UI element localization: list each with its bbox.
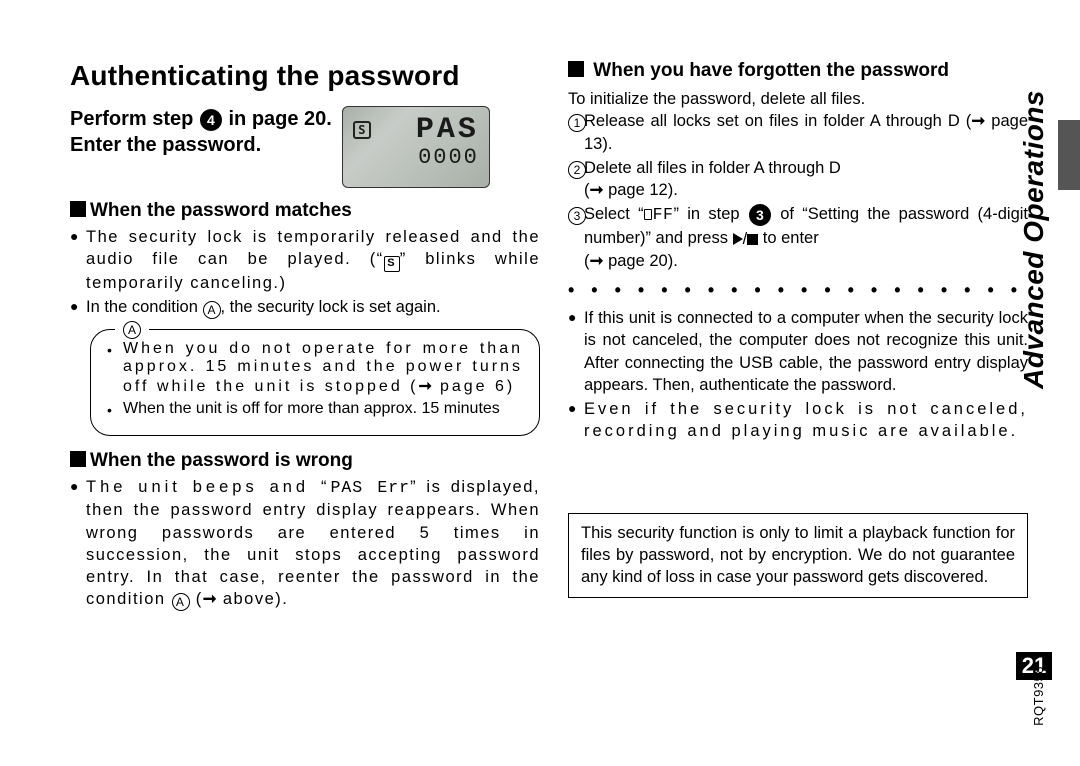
num-2: 2 (568, 157, 584, 202)
circle-a-icon: A (203, 301, 221, 319)
disclaimer-box: This security function is only to limit … (568, 513, 1028, 598)
forgot-intro: To initialize the password, delete all f… (568, 88, 1028, 110)
lcd-top: S PAS (353, 113, 479, 147)
section-tab (1058, 120, 1080, 190)
perform-text: Perform step 4 in page 20. Enter the pas… (70, 106, 332, 158)
perform-2: in page 20. (223, 108, 332, 130)
perform-1: Perform step (70, 108, 199, 130)
match-b1: The security lock is temporarily release… (86, 226, 540, 294)
left-column: Authenticating the password Perform step… (70, 60, 540, 613)
box-a-label: A (115, 319, 149, 339)
f3: Select “FF” in step 3 of “Setting the pa… (584, 203, 1028, 272)
match-body: ●The security lock is temporarily releas… (70, 226, 540, 319)
perform-3: Enter the password. (70, 134, 261, 156)
num-3: 3 (568, 203, 584, 272)
perform-row: Perform step 4 in page 20. Enter the pas… (70, 106, 540, 188)
arrow-icon: ➞ (590, 179, 604, 201)
bullet-icon: ● (70, 226, 86, 294)
arrow-icon: ➞ (971, 110, 985, 132)
step-3-icon: 3 (749, 204, 771, 226)
circle-a-icon: A (123, 321, 141, 339)
wrong-b1: The unit beeps and “PAS Err” is displaye… (86, 476, 540, 611)
wrong-body: ●The unit beeps and “PAS Err” is display… (70, 476, 540, 611)
square-icon (568, 61, 584, 77)
bullet-icon: ● (568, 398, 584, 443)
square-icon (70, 451, 86, 467)
page-title: Authenticating the password (70, 60, 540, 92)
sub-wrong: When the password is wrong (70, 450, 540, 472)
condition-a-box: A •When you do not operate for more than… (90, 329, 540, 436)
section-label: Advanced Operations (1018, 90, 1050, 389)
arrow-icon: ➞ (419, 376, 433, 396)
f1: Release all locks set on files in folder… (584, 110, 1028, 155)
play-stop-icon: / (733, 228, 759, 250)
notes: ●If this unit is connected to a computer… (568, 307, 1028, 443)
sub-forgot-text: When you have forgotten the password (593, 60, 949, 81)
box-a-1: When you do not operate for more than ap… (123, 340, 523, 396)
side-rail (1054, 0, 1080, 766)
sub-match-text: When the password matches (90, 200, 352, 221)
arrow-icon: ➞ (590, 250, 604, 272)
lcd-pas: PAS (416, 113, 479, 147)
lcd-zeros: 0000 (418, 145, 479, 170)
doc-code: RQT9358 (1031, 666, 1046, 726)
stop-icon (747, 234, 758, 245)
sub-wrong-text: When the password is wrong (90, 450, 353, 471)
box-a-2: When the unit is off for more than appro… (123, 400, 523, 421)
num-1: 1 (568, 110, 584, 155)
lcd-display: S PAS 0000 (342, 106, 490, 188)
bullet-icon: ● (70, 476, 86, 611)
forgot-steps: 1Release all locks set on files in folde… (568, 110, 1028, 272)
step-4-icon: 4 (200, 109, 222, 131)
square-icon (70, 201, 86, 217)
bullet-icon: • (107, 340, 123, 396)
s-inline-icon: S (384, 256, 400, 272)
columns: Authenticating the password Perform step… (70, 60, 1040, 613)
sub-match: When the password matches (70, 200, 540, 222)
bullet-icon: ● (568, 307, 584, 396)
dotted-divider: • • • • • • • • • • • • • • • • • • • • … (568, 280, 1028, 301)
lcd-s-icon: S (353, 121, 371, 139)
bullet-icon: ● (70, 296, 86, 319)
manual-page: Authenticating the password Perform step… (0, 0, 1080, 766)
sub-forgot: When you have forgotten the password (568, 60, 1028, 82)
note1: If this unit is connected to a computer … (584, 307, 1028, 396)
match-b2: In the condition A, the security lock is… (86, 296, 540, 319)
f2: Delete all files in folder A through D(➞… (584, 157, 1028, 202)
play-icon (733, 233, 743, 245)
bullet-icon: • (107, 400, 123, 421)
off-icon: FF (644, 204, 674, 226)
arrow-icon: ➞ (203, 588, 217, 610)
pas-err-text: PAS Err (330, 478, 410, 497)
note2: Even if the security lock is not cancele… (584, 398, 1028, 443)
circle-a-icon: A (172, 593, 190, 611)
right-column: When you have forgotten the password To … (568, 60, 1028, 613)
